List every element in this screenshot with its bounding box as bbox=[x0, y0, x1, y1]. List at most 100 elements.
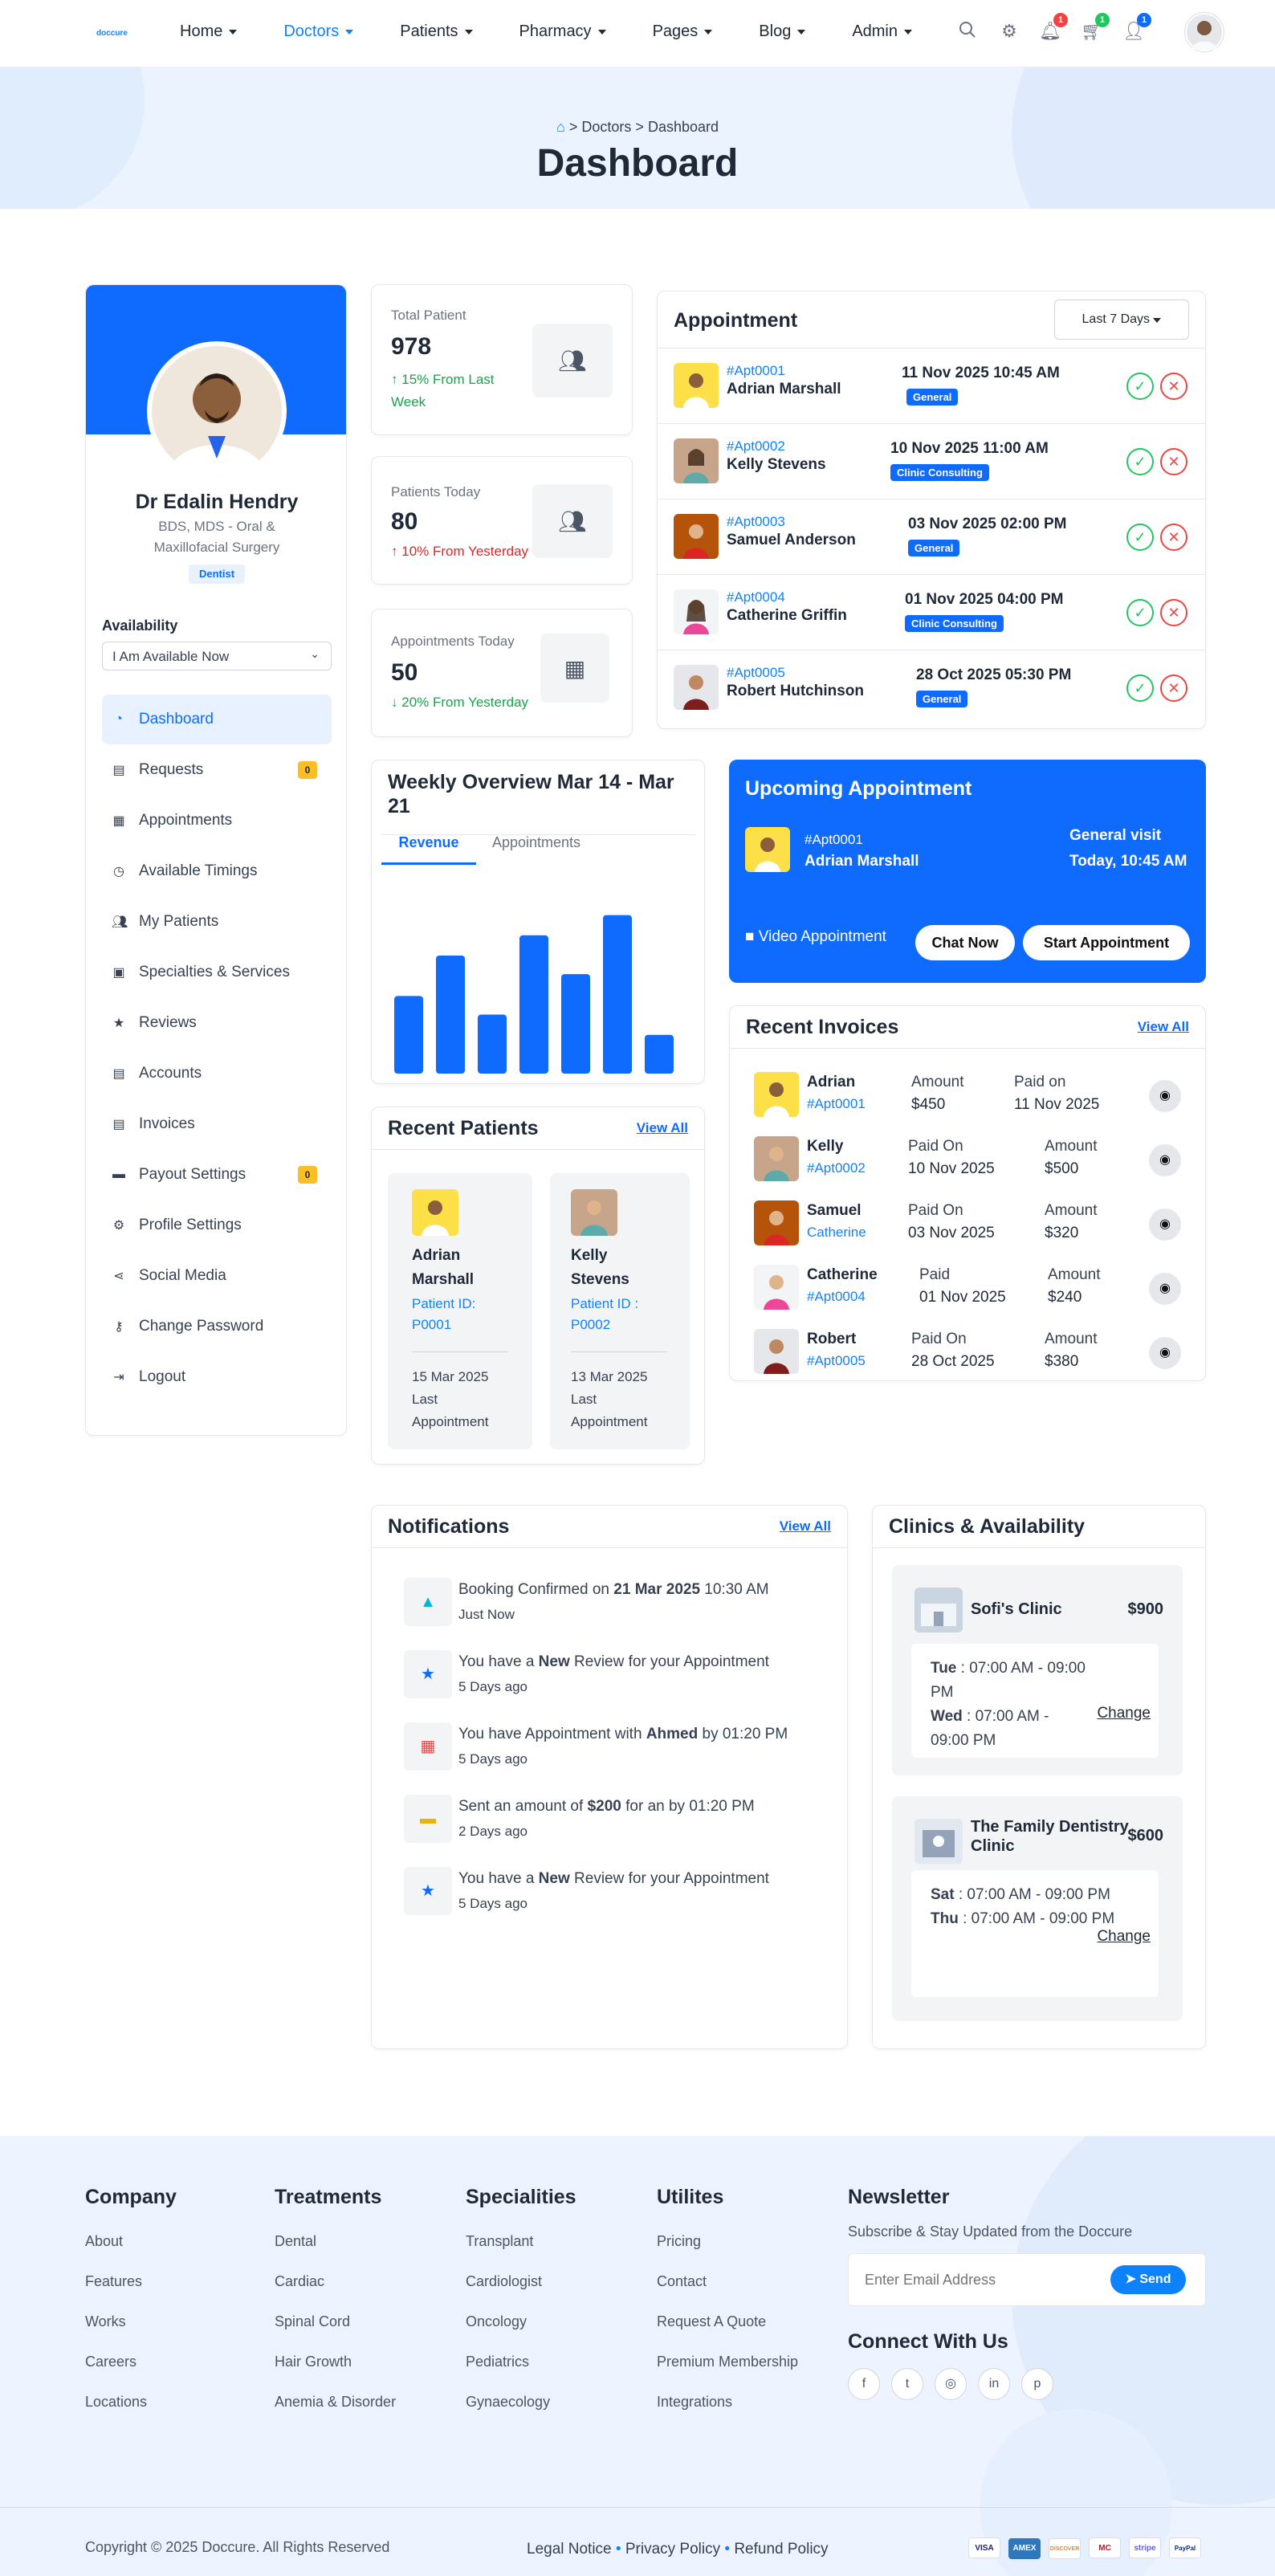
reject-icon[interactable]: ✕ bbox=[1160, 524, 1187, 551]
home-icon[interactable]: ⌂ bbox=[556, 119, 565, 135]
sidebar-item-social-media[interactable]: ⋖ Social Media bbox=[102, 1251, 332, 1301]
eye-icon[interactable]: ◉ bbox=[1149, 1144, 1181, 1176]
footer-link[interactable]: Transplant bbox=[466, 2233, 576, 2251]
pinterest-icon[interactable]: p bbox=[1021, 2368, 1053, 2400]
patient-card[interactable]: Kelly Stevens Patient ID : P0002 13 Mar 20… bbox=[550, 1173, 690, 1449]
footer-link[interactable]: About bbox=[85, 2233, 177, 2251]
footer-link[interactable]: Pediatrics bbox=[466, 2354, 576, 2371]
appointment-id[interactable]: #Apt0004 bbox=[727, 589, 785, 605]
bell-icon[interactable]: 🔔︎ 1 bbox=[1039, 13, 1068, 42]
appointment-row[interactable]: #Apt0001 Adrian Marshall 11 Nov 2025 10:… bbox=[658, 348, 1205, 423]
tab-revenue[interactable]: Revenue bbox=[381, 834, 476, 865]
accept-icon[interactable]: ✓ bbox=[1126, 675, 1154, 702]
appointment-id[interactable]: #Apt0001 bbox=[727, 363, 785, 379]
appointment-row[interactable]: #Apt0005 Robert Hutchinson 28 Oct 2025 0… bbox=[658, 650, 1205, 725]
privacy-policy-link[interactable]: Privacy Policy bbox=[625, 2541, 720, 2558]
invoices-view-all-link[interactable]: View All bbox=[1138, 1019, 1189, 1035]
sidebar-item-payout-settings[interactable]: ▬ Payout Settings 0 bbox=[102, 1150, 332, 1200]
invoice-reference[interactable]: #Apt0004 bbox=[807, 1289, 866, 1305]
appointment-id[interactable]: #Apt0002 bbox=[727, 438, 785, 454]
nav-patients[interactable]: Patients bbox=[400, 22, 473, 41]
cart-icon[interactable]: 🛒︎ 1 bbox=[1081, 13, 1110, 42]
twitter-icon[interactable]: t bbox=[891, 2368, 923, 2400]
sidebar-item-logout[interactable]: ⇥ Logout bbox=[102, 1352, 332, 1402]
user-avatar[interactable] bbox=[1185, 13, 1224, 51]
footer-link[interactable]: Contact bbox=[657, 2273, 798, 2291]
reject-icon[interactable]: ✕ bbox=[1160, 448, 1187, 475]
footer-link[interactable]: Spinal Cord bbox=[275, 2313, 396, 2331]
sidebar-item-invoices[interactable]: ▤ Invoices bbox=[102, 1099, 332, 1149]
footer-link[interactable]: Hair Growth bbox=[275, 2354, 396, 2371]
appointment-row[interactable]: #Apt0004 Catherine Griffin 01 Nov 2025 0… bbox=[658, 574, 1205, 650]
patient-card[interactable]: Adrian Marshall Patient ID: P0001 15 Mar 2… bbox=[388, 1173, 532, 1449]
sidebar-item-dashboard[interactable]: ◔ Dashboard bbox=[102, 695, 332, 744]
recent-patients-view-all-link[interactable]: View All bbox=[637, 1120, 688, 1136]
sidebar-item-specialties[interactable]: ▣ Specialties & Services bbox=[102, 948, 332, 997]
search-icon[interactable] bbox=[957, 21, 978, 42]
start-appointment-button[interactable]: Start Appointment bbox=[1023, 925, 1190, 960]
appointment-row[interactable]: #Apt0003 Samuel Anderson 03 Nov 2025 02:… bbox=[658, 499, 1205, 574]
nav-pages[interactable]: Pages bbox=[653, 22, 713, 41]
facebook-icon[interactable]: f bbox=[848, 2368, 880, 2400]
availability-select[interactable]: I Am Available Now ⌄ bbox=[102, 642, 332, 670]
sidebar-item-change-password[interactable]: ⚷ Change Password bbox=[102, 1302, 332, 1351]
footer-link[interactable]: Locations bbox=[85, 2394, 177, 2411]
nav-blog[interactable]: Blog bbox=[759, 22, 806, 41]
nav-home[interactable]: Home bbox=[180, 22, 238, 41]
linkedin-icon[interactable]: in bbox=[978, 2368, 1010, 2400]
footer-link[interactable]: Anemia & Disorder bbox=[275, 2394, 396, 2411]
notification-item[interactable]: ★ You have a New Review for your Appointm… bbox=[404, 1650, 853, 1714]
sidebar-item-accounts[interactable]: ▤ Accounts bbox=[102, 1049, 332, 1098]
eye-icon[interactable]: ◉ bbox=[1149, 1209, 1181, 1241]
notification-item[interactable]: ▦ You have Appointment with Ahmed by 01:2… bbox=[404, 1722, 853, 1787]
instagram-icon[interactable]: ◎ bbox=[935, 2368, 967, 2400]
footer-link[interactable]: Works bbox=[85, 2313, 177, 2331]
footer-link[interactable]: Dental bbox=[275, 2233, 396, 2251]
footer-link[interactable]: Oncology bbox=[466, 2313, 576, 2331]
footer-link[interactable]: Premium Membership bbox=[657, 2354, 798, 2371]
notification-item[interactable]: ★ You have a New Review for your Appointm… bbox=[404, 1867, 853, 1931]
invoice-reference[interactable]: #Apt0001 bbox=[807, 1096, 866, 1112]
sidebar-item-profile-settings[interactable]: ⚙ Profile Settings bbox=[102, 1200, 332, 1250]
footer-link[interactable]: Cardiac bbox=[275, 2273, 396, 2291]
eye-icon[interactable]: ◉ bbox=[1149, 1337, 1181, 1369]
nav-doctors[interactable]: Doctors bbox=[283, 22, 354, 41]
reject-icon[interactable]: ✕ bbox=[1160, 599, 1187, 626]
sidebar-item-reviews[interactable]: ★ Reviews bbox=[102, 998, 332, 1048]
tab-appointments[interactable]: Appointments bbox=[484, 834, 589, 865]
reject-icon[interactable]: ✕ bbox=[1160, 675, 1187, 702]
eye-icon[interactable]: ◉ bbox=[1149, 1273, 1181, 1305]
reject-icon[interactable]: ✕ bbox=[1160, 373, 1187, 400]
sidebar-item-appointments[interactable]: ▦ Appointments bbox=[102, 796, 332, 846]
legal-notice-link[interactable]: Legal Notice bbox=[527, 2541, 612, 2558]
sidebar-item-my-patients[interactable]: 👥︎ My Patients bbox=[102, 897, 332, 947]
refund-policy-link[interactable]: Refund Policy bbox=[734, 2541, 828, 2558]
accept-icon[interactable]: ✓ bbox=[1126, 373, 1154, 400]
newsletter-send-button[interactable]: ➤ Send bbox=[1110, 2265, 1186, 2294]
breadcrumb-doctors[interactable]: Doctors bbox=[581, 119, 631, 135]
accept-icon[interactable]: ✓ bbox=[1126, 599, 1154, 626]
footer-link[interactable]: Pricing bbox=[657, 2233, 798, 2251]
accept-icon[interactable]: ✓ bbox=[1126, 448, 1154, 475]
change-schedule-link[interactable]: Change bbox=[1097, 1705, 1151, 1722]
notification-item[interactable]: ▬ Sent an amount of $200 for an by 01:20 … bbox=[404, 1795, 853, 1859]
footer-link[interactable]: Features bbox=[85, 2273, 177, 2291]
nav-admin[interactable]: Admin bbox=[852, 22, 913, 41]
accept-icon[interactable]: ✓ bbox=[1126, 524, 1154, 551]
date-filter-dropdown[interactable]: Last 7 Days bbox=[1054, 300, 1189, 340]
eye-icon[interactable]: ◉ bbox=[1149, 1080, 1181, 1112]
footer-link[interactable]: Request A Quote bbox=[657, 2313, 798, 2331]
sidebar-item-available-timings[interactable]: ◷ Available Timings bbox=[102, 846, 332, 896]
footer-link[interactable]: Careers bbox=[85, 2354, 177, 2371]
invoice-reference[interactable]: #Apt0005 bbox=[807, 1353, 866, 1369]
invoice-reference[interactable]: #Apt0002 bbox=[807, 1160, 866, 1176]
user-circle-icon[interactable]: 👤︎ 1 bbox=[1122, 13, 1151, 42]
newsletter-email-input[interactable] bbox=[849, 2254, 1106, 2305]
footer-link[interactable]: Cardiologist bbox=[466, 2273, 576, 2291]
chat-now-button[interactable]: Chat Now bbox=[915, 925, 1015, 960]
sidebar-item-requests[interactable]: ▤ Requests 0 bbox=[102, 745, 332, 795]
appointment-row[interactable]: #Apt0002 Kelly Stevens 10 Nov 2025 11:00… bbox=[658, 423, 1205, 499]
change-schedule-link[interactable]: Change bbox=[1097, 1928, 1151, 1946]
notification-item[interactable]: ▲ Booking Confirmed on 21 Mar 2025 10:30 … bbox=[404, 1578, 853, 1642]
logo[interactable]: doccure bbox=[96, 29, 128, 38]
